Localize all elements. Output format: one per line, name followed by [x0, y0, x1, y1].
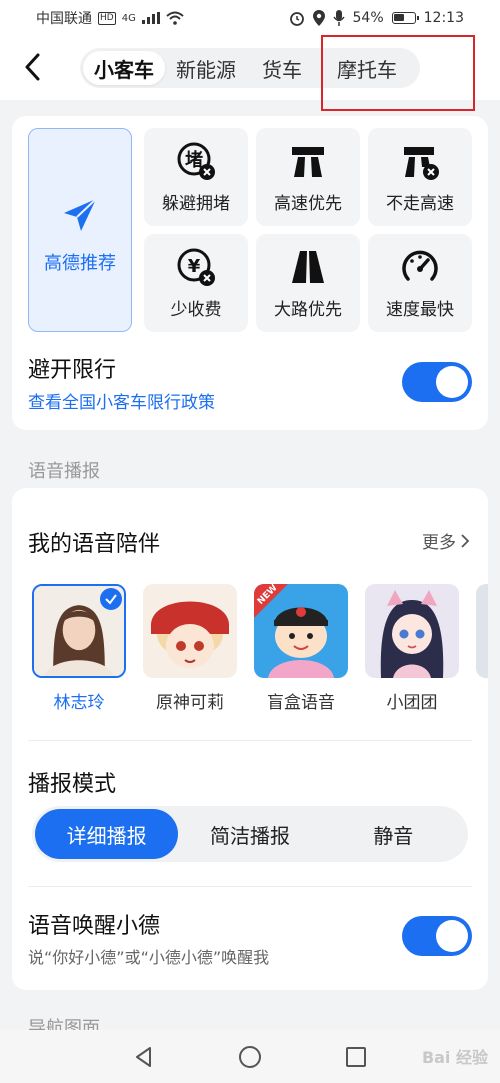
option-label: 高速优先	[274, 193, 342, 214]
voice-avatar-xiaotuantuan[interactable]	[365, 584, 459, 678]
option-label: 大路优先	[274, 299, 342, 320]
tab-truck[interactable]: 货车	[247, 51, 317, 85]
less-toll-icon: ¥	[177, 248, 215, 286]
option-highway-priority[interactable]: 高速优先	[256, 128, 360, 226]
recents-square-icon[interactable]	[344, 1045, 368, 1069]
voice-name: 小团团	[386, 693, 438, 713]
mode-concise[interactable]: 简洁播报	[178, 809, 321, 859]
anime-character-image	[143, 584, 237, 678]
option-avoid-congestion[interactable]: 堵 躲避拥堵	[144, 128, 248, 226]
svg-text:¥: ¥	[188, 256, 201, 277]
next-voice-avatar-partial	[476, 584, 488, 678]
wifi-icon	[166, 11, 184, 25]
option-less-toll[interactable]: ¥ 少收费	[144, 234, 248, 332]
tab-car[interactable]: 小客车	[83, 51, 165, 85]
option-label: 躲避拥堵	[162, 193, 230, 214]
restriction-policy-link[interactable]: 查看全国小客车限行政策	[28, 388, 215, 413]
status-bar: 中国联通 HD 4G 54% 12:13	[0, 0, 500, 36]
signal-icon	[141, 12, 160, 24]
broadcast-mode-title: 播报模式	[28, 772, 117, 797]
voice-avatar-lin[interactable]	[32, 584, 126, 678]
voice-wake-title: 语音唤醒小德	[28, 914, 161, 939]
voice-card: 我的语音陪伴 更多 林志玲 原神可莉 NEW 盲盒语音 小团团 播报模式 详细播…	[12, 488, 488, 990]
option-main-road[interactable]: 大路优先	[256, 234, 360, 332]
network-type: 4G	[121, 12, 136, 24]
selected-check-icon	[100, 588, 122, 610]
clock: 12:13	[423, 10, 464, 26]
more-label: 更多	[422, 533, 456, 553]
battery-percent: 54%	[352, 10, 384, 26]
tab-motorcycle[interactable]: 摩托车	[317, 51, 417, 85]
recommended-route-option[interactable]: 高德推荐	[28, 128, 132, 332]
voice-avatar-klee[interactable]	[143, 584, 237, 678]
home-circle-icon[interactable]	[238, 1045, 262, 1069]
option-label: 不走高速	[386, 193, 454, 214]
top-header: 小客车 新能源 货车 摩托车	[0, 36, 500, 100]
chevron-left-icon	[25, 53, 40, 81]
navigation-arrow-icon	[64, 198, 97, 231]
option-no-highway[interactable]: 不走高速	[368, 128, 472, 226]
chevron-right-icon	[461, 533, 470, 548]
broadcast-mode-selector: 详细播报 简洁播报 静音	[32, 806, 468, 862]
voice-name: 林志玲	[53, 693, 105, 713]
restriction-title: 避开限行	[28, 358, 117, 383]
mode-mute[interactable]: 静音	[322, 809, 465, 859]
location-icon	[312, 10, 325, 26]
divider	[28, 740, 472, 741]
voice-wake-description: 说“你好小德”或“小德小德”唤醒我	[28, 948, 270, 967]
more-voices-link[interactable]: 更多	[422, 528, 470, 553]
voice-companion-title: 我的语音陪伴	[28, 532, 161, 557]
route-preference-card: 高德推荐 堵 躲避拥堵 高速优先 不走高速 ¥ 少收费 大路优先 速度最快 避开…	[12, 116, 488, 430]
voice-name: 原神可莉	[156, 693, 224, 713]
alarm-icon	[289, 12, 304, 26]
microphone-icon	[332, 10, 345, 26]
option-label: 速度最快	[386, 299, 454, 320]
tab-new-energy[interactable]: 新能源	[165, 51, 247, 85]
main-road-icon	[292, 250, 324, 283]
carrier-name: 中国联通	[36, 11, 92, 27]
highway-priority-icon	[292, 146, 324, 177]
battery-fill	[393, 14, 404, 21]
voice-avatar-blind-box[interactable]: NEW	[254, 584, 348, 678]
back-triangle-icon[interactable]	[132, 1045, 156, 1069]
option-label: 少收费	[170, 299, 222, 320]
hd-badge: HD	[98, 11, 116, 25]
recommended-label: 高德推荐	[44, 253, 116, 274]
option-fastest[interactable]: 速度最快	[368, 234, 472, 332]
carrier-info: 中国联通 HD 4G	[36, 8, 184, 28]
battery-icon	[391, 12, 419, 24]
restriction-toggle[interactable]	[402, 362, 472, 402]
avoid-congestion-icon: 堵	[177, 142, 215, 180]
no-highway-icon	[404, 146, 439, 180]
watermark-logo: Bai 经验	[421, 1048, 488, 1067]
vehicle-type-tabs: 小客车 新能源 货车 摩托车	[80, 48, 420, 88]
back-button[interactable]	[18, 50, 46, 84]
divider	[28, 886, 472, 887]
anime-girl-image	[365, 584, 459, 678]
voice-wake-toggle[interactable]	[402, 916, 472, 956]
voice-name: 盲盒语音	[267, 693, 335, 713]
fastest-speed-icon	[402, 250, 438, 281]
mode-detailed[interactable]: 详细播报	[35, 809, 179, 859]
voice-section-title: 语音播报	[28, 461, 100, 482]
